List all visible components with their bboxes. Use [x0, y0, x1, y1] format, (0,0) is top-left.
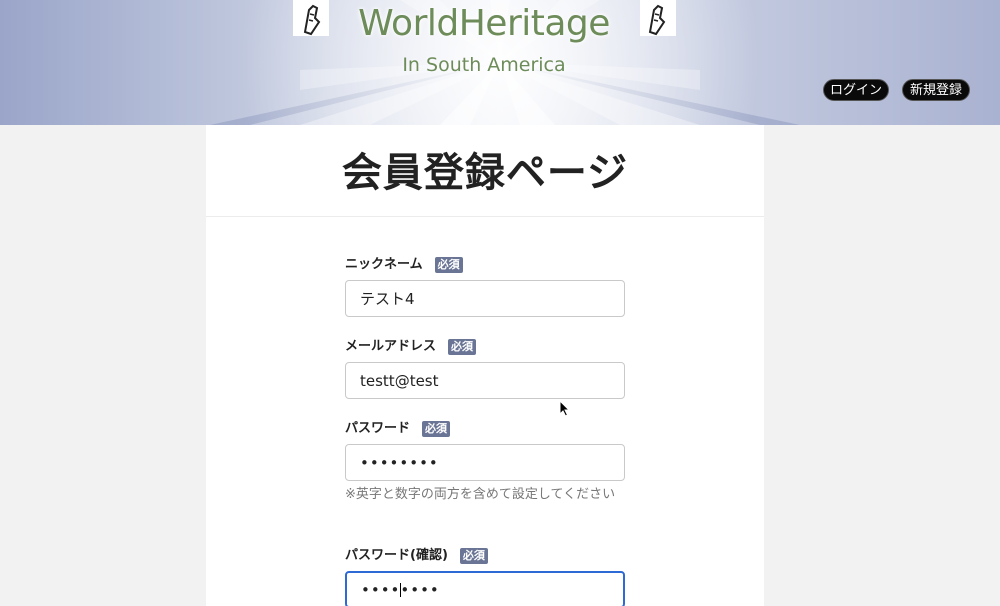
password-confirm-label: パスワード(確認) 必須 [345, 547, 488, 565]
logo-statue-right-icon [640, 0, 676, 36]
mouse-pointer-icon [559, 400, 571, 417]
password-hint: ※英字と数字の両方を含めて設定してください [345, 487, 616, 502]
required-badge: 必須 [434, 257, 463, 273]
text-caret [400, 583, 401, 597]
nickname-input[interactable] [345, 280, 625, 317]
required-badge: 必須 [459, 548, 488, 564]
logo-statue-left-icon [293, 0, 329, 36]
nickname-label-text: ニックネーム [345, 257, 423, 272]
registration-card: 会員登録ページ ニックネーム 必須 メールアドレス 必須 パスワード 必須 ※英… [206, 125, 764, 606]
password-confirm-input[interactable] [345, 571, 625, 606]
email-label-text: メールアドレス [345, 339, 437, 354]
logo-title[interactable]: WorldHeritage [334, 0, 634, 48]
required-badge: 必須 [422, 421, 451, 437]
email-input[interactable] [345, 362, 625, 399]
logo-subtitle: In South America [402, 54, 566, 76]
password-input[interactable] [345, 444, 625, 481]
password-label: パスワード 必須 [345, 420, 451, 438]
login-button[interactable]: ログイン [823, 79, 889, 101]
nickname-label: ニックネーム 必須 [345, 256, 463, 274]
password-confirm-label-text: パスワード(確認) [345, 548, 448, 563]
email-label: メールアドレス 必須 [345, 338, 477, 356]
password-label-text: パスワード [345, 421, 411, 436]
site-header: WorldHeritage In South America ログイン 新規登録 [0, 0, 1000, 125]
title-divider [206, 216, 764, 217]
required-badge: 必須 [448, 339, 477, 355]
signup-button[interactable]: 新規登録 [902, 79, 970, 101]
page-title: 会員登録ページ [341, 150, 629, 196]
